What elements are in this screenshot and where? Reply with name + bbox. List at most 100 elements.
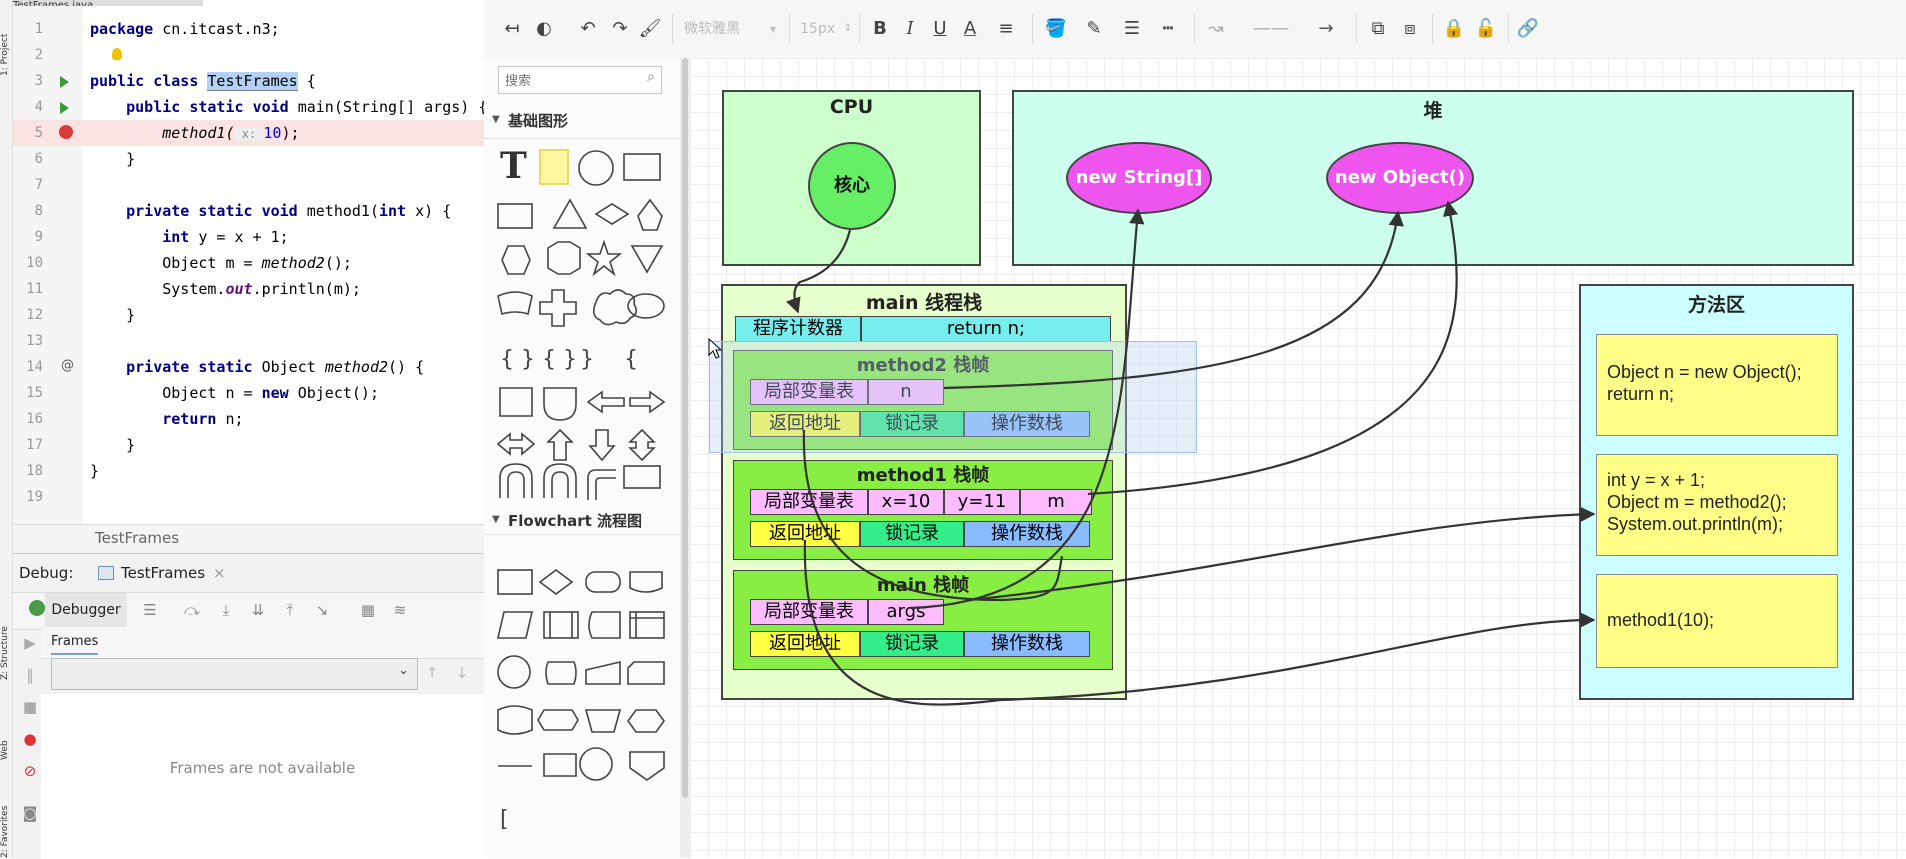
breakpoint-icon[interactable] [59, 125, 73, 139]
heap-string-array[interactable]: new String[] [1066, 142, 1212, 214]
bring-front-icon[interactable]: ⧉ [1366, 16, 1390, 42]
favorites-tool-tab[interactable]: 2: Favorites [0, 780, 12, 858]
shapes-scrollbar[interactable] [680, 58, 690, 858]
back-icon[interactable]: ↤ [500, 16, 524, 42]
camera-icon[interactable]: ◙ [21, 804, 39, 822]
code-line[interactable]: 13 [13, 328, 484, 354]
line-dash-icon[interactable]: —— [1246, 16, 1296, 42]
code-line[interactable]: 9 int y = x + 1; [13, 224, 484, 250]
override-marker-icon[interactable]: @ [61, 358, 74, 373]
lock-icon[interactable]: 🔒 [1442, 16, 1466, 42]
pc-value-cell[interactable]: return n; [861, 316, 1111, 342]
main-locals-label[interactable]: 局部变量表 [750, 599, 868, 625]
structure-tool-tab[interactable]: Z: Structure [0, 590, 12, 680]
method1-return-address[interactable]: 返回地址 [750, 521, 860, 547]
run-class-icon[interactable] [60, 76, 69, 88]
shape-search-input[interactable] [503, 70, 637, 90]
send-back-icon[interactable]: ⧈ [1398, 16, 1422, 42]
code-line[interactable]: 3 public class TestFrames { [13, 68, 484, 94]
font-size-select[interactable]: 15px [800, 16, 844, 42]
fill-color-icon[interactable]: 🪣 [1044, 16, 1068, 42]
run-to-cursor-icon[interactable]: ↘ [313, 601, 331, 619]
italic-icon[interactable]: I [898, 16, 922, 42]
lightbulb-icon[interactable] [112, 48, 122, 60]
undo-icon[interactable]: ↶ [576, 16, 600, 42]
heap-box[interactable]: 堆 new String[] new Object() [1012, 90, 1854, 266]
main-return-address[interactable]: 返回地址 [750, 631, 860, 657]
method-area-box[interactable]: 方法区 Object n = new Object(); return n; i… [1579, 284, 1854, 700]
method1-frame[interactable]: method1 栈帧 局部变量表 x=10 y=11 m 返回地址 锁记录 操作… [733, 460, 1113, 560]
shape-search-box[interactable]: ⌕ [498, 66, 662, 94]
code-line[interactable]: 14 private static Object method2() { [13, 354, 484, 380]
force-step-into-icon[interactable]: ⇊ [249, 601, 267, 619]
font-color-icon[interactable]: A [958, 16, 982, 42]
step-over-icon[interactable]: ⤼ [183, 601, 201, 619]
code-line[interactable]: 8 private static void method1(int x) { [13, 198, 484, 224]
method-area-method1[interactable]: int y = x + 1; Object m = method2(); Sys… [1596, 454, 1838, 556]
code-line[interactable]: 1 package cn.itcast.n3; [13, 16, 484, 42]
underline-icon[interactable]: U [928, 16, 952, 42]
code-line[interactable]: 5 method1( x: 10); [13, 120, 484, 146]
method1-local-m[interactable]: m [1020, 489, 1092, 515]
pause-icon[interactable]: ‖ [21, 666, 39, 684]
search-icon[interactable]: ⌕ [647, 69, 655, 85]
arrow-down-icon[interactable]: ↓ [453, 664, 471, 682]
flowchart-shapes-grid[interactable]: [ [492, 566, 682, 856]
code-line[interactable]: 10 Object m = method2(); [13, 250, 484, 276]
menu-icon[interactable]: ☰ [141, 601, 159, 619]
flowchart-collapse-icon[interactable]: ▼ [492, 514, 500, 525]
project-tool-tab[interactable]: 1: Project [0, 6, 12, 76]
method1-operand-stack[interactable]: 操作数栈 [964, 521, 1090, 547]
heap-object[interactable]: new Object() [1326, 142, 1474, 214]
arrow-style-icon[interactable]: → [1306, 16, 1346, 42]
thread-select[interactable]: ⌄ [51, 658, 418, 690]
tab-debugger[interactable]: Debugger [45, 593, 127, 627]
run-main-icon[interactable] [60, 102, 69, 114]
main-lock-record[interactable]: 锁记录 [860, 631, 964, 657]
code-line[interactable]: 6 } [13, 146, 484, 172]
stop-icon[interactable]: ■ [21, 698, 39, 716]
method1-locals-label[interactable]: 局部变量表 [750, 489, 868, 515]
code-line[interactable]: 11 System.out.println(m); [13, 276, 484, 302]
align-icon[interactable]: ≡ [994, 16, 1018, 42]
resume-icon[interactable]: ▶ [21, 634, 39, 652]
code-line[interactable]: 12 } [13, 302, 484, 328]
method-area-main[interactable]: method1(10); [1596, 574, 1838, 668]
close-session-icon[interactable]: × [213, 564, 226, 582]
evaluate-icon[interactable]: ▦ [359, 601, 377, 619]
cpu-box[interactable]: CPU 核心 [722, 90, 981, 266]
main-operand-stack[interactable]: 操作数栈 [964, 631, 1090, 657]
core-node[interactable]: 核心 [808, 142, 896, 230]
method-area-method2[interactable]: Object n = new Object(); return n; [1596, 334, 1838, 436]
section-flowchart[interactable]: Flowchart 流程图 [508, 510, 642, 531]
bold-icon[interactable]: B [868, 16, 892, 42]
code-line[interactable]: 2 [13, 42, 484, 68]
view-breakpoints-icon[interactable]: ● [21, 730, 39, 748]
line-color-icon[interactable]: ✎ [1082, 16, 1106, 42]
method1-local-x[interactable]: x=10 [868, 489, 944, 515]
method1-local-y[interactable]: y=11 [944, 489, 1020, 515]
font-size-stepper-icon[interactable]: ⇕ [842, 16, 854, 42]
code-line[interactable]: 17 } [13, 432, 484, 458]
method1-lock-record[interactable]: 锁记录 [860, 521, 964, 547]
trace-icon[interactable]: ≋ [391, 601, 409, 619]
unlock-icon[interactable]: 🔓 [1474, 16, 1498, 42]
step-out-icon[interactable]: ⤒ [281, 601, 299, 619]
step-into-icon[interactable]: ⤓ [217, 601, 235, 619]
shapes-scroll-thumb[interactable] [682, 58, 688, 798]
code-line[interactable]: 16 return n; [13, 406, 484, 432]
web-tool-tab[interactable]: Web [0, 710, 12, 760]
file-tab[interactable]: TestFrames.java [13, 0, 203, 6]
code-line[interactable]: 7 [13, 172, 484, 198]
code-line[interactable]: 19 [13, 484, 484, 510]
debug-session-tab[interactable]: TestFrames [121, 564, 205, 582]
selected-identifier[interactable]: TestFrames [207, 72, 298, 91]
code-line[interactable]: 18} [13, 458, 484, 484]
redo-icon[interactable]: ↷ [608, 16, 632, 42]
shape-style-icon[interactable]: ◐ [532, 16, 556, 42]
breadcrumb-class[interactable]: TestFrames [95, 529, 179, 547]
code-line[interactable]: 15 Object n = new Object(); [13, 380, 484, 406]
tab-frames[interactable]: Frames [51, 634, 99, 655]
font-family-select[interactable]: 微软雅黑 [684, 16, 776, 42]
format-painter-icon[interactable]: 🖌 [638, 16, 662, 42]
